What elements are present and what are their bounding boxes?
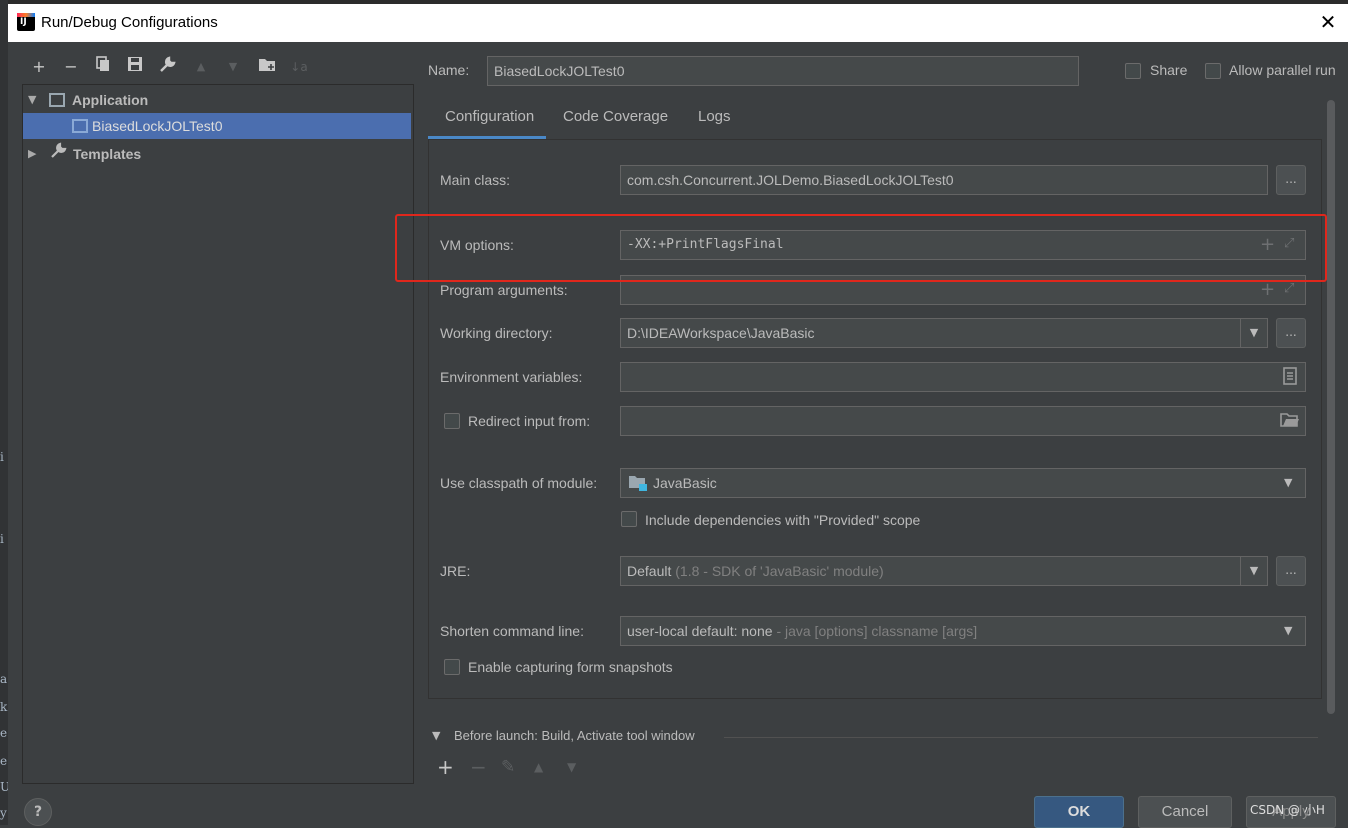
include-dependencies-checkbox[interactable]	[621, 511, 637, 527]
tab-logs[interactable]: Logs	[698, 108, 731, 125]
wrench-icon	[49, 142, 67, 169]
classpath-module-select[interactable]: JavaBasic	[620, 468, 1306, 498]
chevron-down-icon[interactable]: ▼	[1284, 624, 1292, 637]
form-snapshots-label: Enable capturing form snapshots	[468, 659, 673, 675]
shorten-command-line-label: Shorten command line:	[440, 623, 584, 639]
help-button[interactable]: ?	[24, 798, 52, 826]
jre-value-detail: (1.8 - SDK of 'JavaBasic' module)	[675, 563, 884, 579]
include-dependencies-label: Include dependencies with "Provided" sco…	[645, 512, 921, 528]
name-field[interactable]: BiasedLockJOLTest0	[487, 56, 1079, 86]
ok-button[interactable]: OK	[1034, 796, 1124, 828]
chevron-down-icon[interactable]: ▼	[1240, 319, 1267, 347]
close-icon[interactable]: ✕	[1316, 10, 1340, 34]
tree-node-biasedlockjoltest0[interactable]: BiasedLockJOLTest0	[23, 113, 411, 139]
intellij-logo-icon: IJ	[17, 13, 35, 31]
save-icon	[128, 57, 142, 71]
background-fragment: k	[0, 700, 8, 714]
module-folder-icon	[628, 474, 648, 496]
jre-label: JRE:	[440, 563, 471, 579]
tree-node-templates[interactable]: ▶ Templates	[23, 141, 411, 167]
application-icon	[49, 93, 65, 107]
name-label: Name:	[428, 62, 470, 78]
program-arguments-label: Program arguments:	[440, 282, 568, 298]
edit-templates-button[interactable]	[156, 56, 178, 78]
redirect-input-label: Redirect input from:	[468, 413, 591, 429]
add-configuration-button[interactable]: +	[28, 56, 50, 78]
working-directory-label: Working directory:	[440, 325, 553, 341]
program-arguments-expand-icon[interactable]: ⤢	[1284, 281, 1294, 296]
copy-configuration-button[interactable]	[92, 56, 114, 78]
environment-variables-label: Environment variables:	[440, 369, 583, 385]
tab-configuration[interactable]: Configuration	[445, 108, 534, 125]
share-checkbox[interactable]	[1125, 63, 1141, 79]
shorten-value: user-local default: none	[627, 623, 773, 639]
chevron-down-icon[interactable]: ▼	[1284, 476, 1292, 489]
share-label: Share	[1150, 62, 1188, 78]
copy-icon	[96, 56, 109, 71]
tree-node-label: Application	[72, 92, 149, 108]
shorten-value-detail: - java [options] classname [args]	[776, 623, 978, 639]
before-launch-remove-button[interactable]: −	[470, 755, 487, 779]
form-snapshots-checkbox[interactable]	[444, 659, 460, 675]
sort-configurations-button[interactable]: ↓a	[288, 56, 310, 78]
working-directory-field[interactable]: D:\IDEAWorkspace\JavaBasic	[620, 318, 1268, 348]
tree-node-label: Templates	[73, 146, 142, 162]
working-directory-browse-button[interactable]: ...	[1276, 318, 1306, 348]
document-icon[interactable]	[1282, 366, 1298, 390]
before-launch-add-button[interactable]: +	[437, 755, 454, 779]
main-class-field[interactable]: com.csh.Concurrent.JOLDemo.BiasedLockJOL…	[620, 165, 1268, 195]
collapse-arrow-icon[interactable]: ▶	[28, 141, 36, 167]
chevron-down-icon[interactable]: ▼	[1240, 557, 1267, 585]
dialog-title: Run/Debug Configurations	[41, 14, 218, 31]
before-launch-collapse-icon[interactable]: ▼	[432, 729, 440, 742]
dialog-title-bar: IJ Run/Debug Configurations ✕	[8, 4, 1348, 43]
move-up-button[interactable]: ▲	[190, 56, 212, 78]
environment-variables-field[interactable]	[620, 362, 1306, 392]
redirect-input-field[interactable]	[620, 406, 1306, 436]
move-down-button[interactable]: ▼	[222, 56, 244, 78]
main-class-browse-button[interactable]: ...	[1276, 165, 1306, 195]
background-fragment: i	[0, 532, 4, 546]
background-fragment: e	[0, 726, 8, 740]
before-launch-label: Before launch: Build, Activate tool wind…	[454, 728, 695, 743]
background-fragment: e	[0, 754, 8, 768]
folder-add-icon	[259, 59, 275, 71]
jre-select[interactable]: Default (1.8 - SDK of 'JavaBasic' module…	[620, 556, 1268, 586]
remove-configuration-button[interactable]: −	[60, 56, 82, 78]
wrench-icon	[160, 56, 176, 72]
save-configuration-button[interactable]	[124, 56, 146, 78]
before-launch-edit-button[interactable]: ✎	[501, 757, 515, 777]
before-launch-down-button[interactable]: ▼	[567, 760, 576, 774]
program-arguments-insert-macro-icon[interactable]: +	[1260, 279, 1275, 300]
jre-value: Default	[627, 563, 672, 579]
background-fragment: y	[0, 806, 7, 820]
watermark: CSDN @ 小H	[1250, 803, 1325, 817]
tree-node-label: BiasedLockJOLTest0	[92, 118, 223, 134]
allow-parallel-checkbox[interactable]	[1205, 63, 1221, 79]
folder-open-icon[interactable]	[1280, 412, 1300, 432]
tree-node-application[interactable]: ▼ Application	[23, 87, 411, 113]
before-launch-up-button[interactable]: ▲	[534, 760, 543, 774]
jre-browse-button[interactable]: ...	[1276, 556, 1306, 586]
cancel-button[interactable]: Cancel	[1138, 796, 1232, 828]
highlight-annotation	[395, 214, 1327, 282]
background-editor-edge: i i a k e e U y	[0, 0, 10, 825]
expand-arrow-icon[interactable]: ▼	[28, 87, 36, 113]
main-class-label: Main class:	[440, 172, 511, 188]
vertical-scrollbar[interactable]	[1327, 100, 1335, 714]
shorten-command-line-select[interactable]: user-local default: none - java [options…	[620, 616, 1306, 646]
allow-parallel-label: Allow parallel run	[1229, 62, 1336, 78]
create-folder-button[interactable]	[256, 56, 278, 78]
configuration-tree: ▼ Application BiasedLockJOLTest0 ▶ Templ…	[22, 84, 414, 784]
background-fragment: i	[0, 450, 4, 464]
before-launch-separator	[724, 737, 1318, 738]
classpath-module-label: Use classpath of module:	[440, 475, 598, 491]
redirect-input-checkbox[interactable]	[444, 413, 460, 429]
background-fragment: a	[0, 672, 8, 686]
application-config-icon	[72, 119, 88, 133]
tab-code-coverage[interactable]: Code Coverage	[563, 108, 668, 125]
